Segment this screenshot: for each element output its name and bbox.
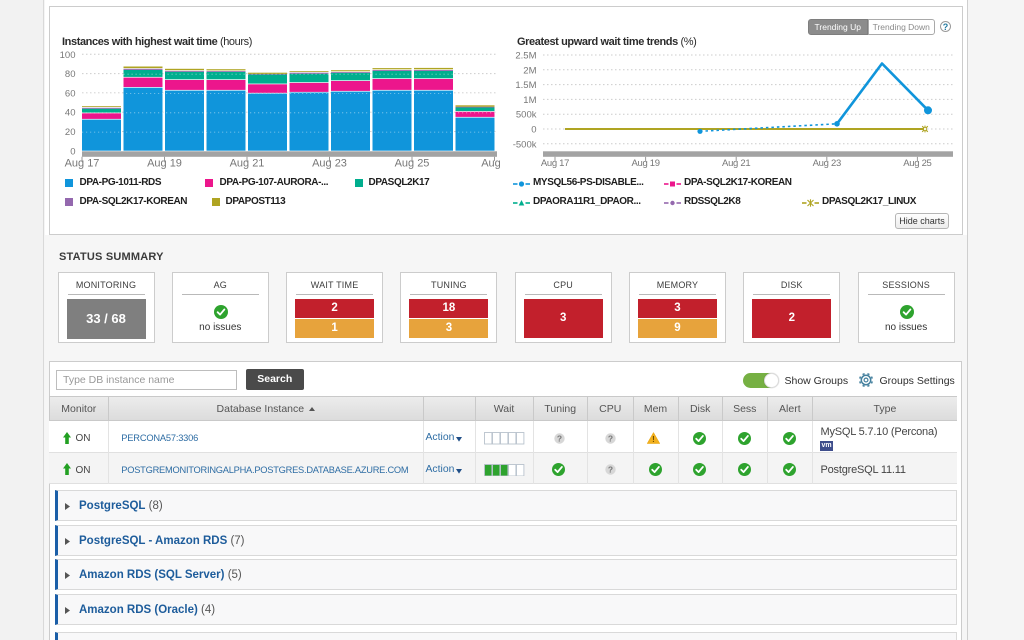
svg-text:Aug 25: Aug 25 <box>395 158 430 170</box>
svg-text:Aug 21: Aug 21 <box>230 158 265 170</box>
svg-text:Aug 23: Aug 23 <box>312 158 347 170</box>
svg-text:?: ? <box>607 465 612 475</box>
svg-text:Aug 25: Aug 25 <box>903 158 931 169</box>
svg-text:500k: 500k <box>516 110 537 121</box>
svg-text:80: 80 <box>65 69 76 80</box>
svg-text:60: 60 <box>65 88 76 99</box>
svg-text:Aug 19: Aug 19 <box>147 158 182 170</box>
svg-text:Aug 17: Aug 17 <box>541 158 569 169</box>
svg-text:Aug 19: Aug 19 <box>631 158 659 169</box>
svg-text:?: ? <box>607 433 612 443</box>
svg-text:?: ? <box>557 433 562 443</box>
svg-text:2.5M: 2.5M <box>515 51 536 62</box>
svg-text:-500k: -500k <box>513 139 537 150</box>
svg-text:1.5M: 1.5M <box>515 80 536 91</box>
svg-text:!: ! <box>652 435 655 444</box>
svg-text:0: 0 <box>531 125 536 136</box>
svg-text:Aug 21: Aug 21 <box>722 158 750 169</box>
svg-text:40: 40 <box>65 108 76 119</box>
svg-text:1M: 1M <box>523 95 536 106</box>
svg-text:100: 100 <box>60 50 76 61</box>
svg-text:0: 0 <box>70 146 75 157</box>
svg-text:Aug 23: Aug 23 <box>813 158 841 169</box>
svg-text:20: 20 <box>65 127 76 138</box>
svg-text:Aug 17: Aug 17 <box>65 158 100 170</box>
svg-text:2M: 2M <box>523 65 536 76</box>
svg-text:Aug: Aug <box>481 158 501 170</box>
